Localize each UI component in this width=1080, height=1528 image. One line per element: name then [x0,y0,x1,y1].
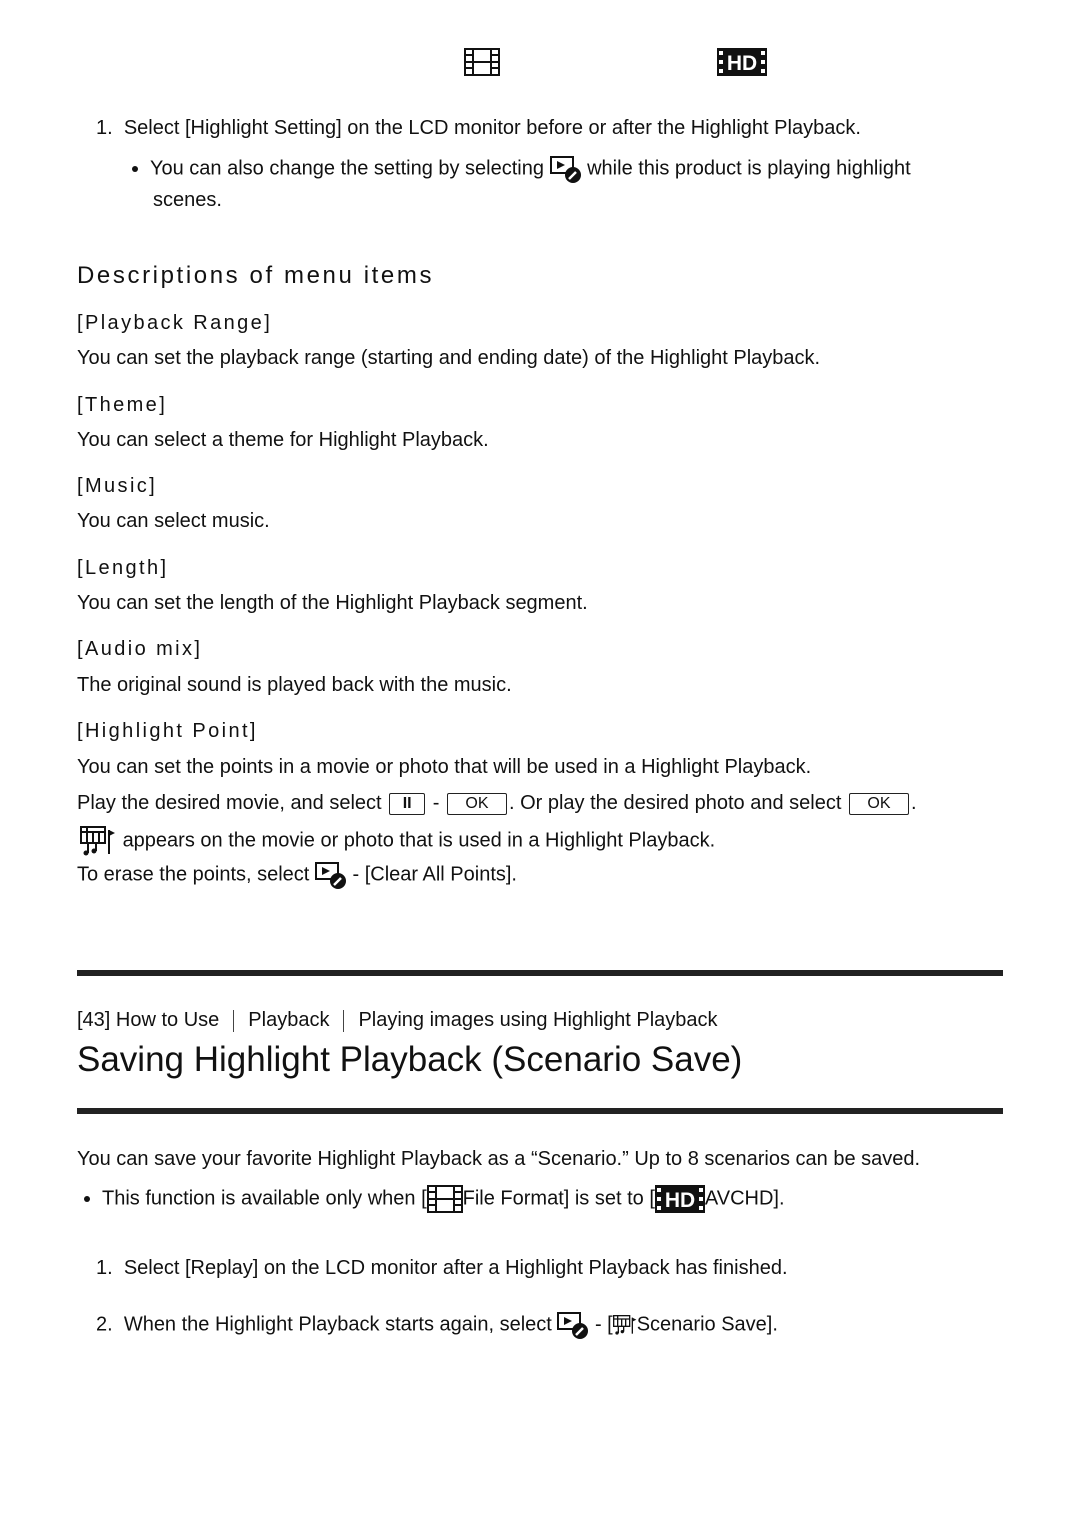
step-number: 1. [96,1257,113,1279]
breadcrumb-separator [233,1009,235,1032]
breadcrumb-link[interactable]: [43] How to Use [77,1009,219,1031]
text: This function is available only when [ [102,1187,427,1210]
step-text: Select [Replay] on the LCD monitor after… [123,1257,788,1279]
step-number: 1. [96,117,113,139]
bullet-icon [132,166,138,172]
menu-item-label: [Music] [77,475,158,497]
erase-points-line: To erase the points, select - [Clear All… [77,861,517,889]
note-bullet: This function is available only when [ Fi… [84,1185,785,1213]
note-bullet: You can also change the setting by selec… [132,155,911,183]
highlight-point-mark-line: appears on the movie or photo that is us… [79,826,715,856]
menu-item-label: [Audio mix] [77,638,203,660]
text: - [432,792,440,814]
note-text: scenes. [153,189,222,211]
highlight-point-instructions: Play the desired movie, and select II - … [77,791,917,815]
intro-text: You can save your favorite Highlight Pla… [77,1148,921,1170]
step-text: Scenario Save]. [636,1313,778,1336]
divider [77,970,1003,976]
highlight-point-icon [79,826,117,856]
ok-button-icon: OK [446,792,507,815]
menu-item-desc: You can select a theme for Highlight Pla… [77,429,489,451]
text: . [910,792,917,814]
step-2: 2. When the Highlight Playback starts ag… [96,1310,778,1340]
menu-item-desc: You can set the points in a movie or pho… [77,756,812,778]
section-heading: Descriptions of menu items [77,262,435,289]
film-icon [427,1185,463,1213]
step-text: - [ [594,1313,613,1336]
menu-item-desc: You can set the playback range (starting… [77,347,821,369]
breadcrumb-separator [343,1009,345,1032]
menu-item-label: [Theme] [77,394,168,416]
menu-item-label: [Length] [77,557,169,579]
note-text: You can also change the setting by selec… [150,157,544,180]
text: File Format] is set to [ [462,1187,655,1210]
scenario-save-icon [613,1310,637,1340]
menu-item-desc: The original sound is played back with t… [77,674,512,696]
document-page: 1. Select [Highlight Setting] on the LCD… [0,0,1080,1528]
step-1: 1. Select [Replay] on the LCD monitor af… [96,1256,788,1280]
page-title: Saving Highlight Playback (Scenario Save… [77,1040,743,1079]
hd-film-icon [655,1185,705,1213]
step-1: 1. Select [Highlight Setting] on the LCD… [96,116,861,140]
divider [77,1108,1003,1114]
ok-button-icon: OK [848,792,909,815]
step-text: When the Highlight Playback starts again… [123,1313,552,1336]
film-icon [464,48,500,76]
menu-item-label: [Playback Range] [77,312,273,334]
menu-item-desc: You can select music. [77,510,270,532]
pause-button-icon: II [389,792,426,815]
playback-settings-icon [550,155,582,183]
breadcrumb: [43] How to Use Playback Playing images us… [77,1008,718,1032]
text: AVCHD]. [704,1187,785,1210]
playback-settings-icon [557,1311,589,1339]
text: Play the desired movie, and select [77,792,382,814]
step-text: Select [Highlight Setting] on the LCD mo… [123,117,861,139]
text: . Or play the desired photo and select [508,792,842,814]
menu-item-label: [Highlight Point] [77,720,258,742]
playback-settings-icon [315,861,347,889]
note-text: while this product is playing highlight [587,157,911,180]
text: appears on the movie or photo that is us… [122,829,716,852]
breadcrumb-link[interactable]: Playing images using Highlight Playback [358,1009,717,1031]
menu-item-desc: You can set the length of the Highlight … [77,592,588,614]
text: - [Clear All Points]. [352,863,517,886]
text: To erase the points, select [77,863,310,886]
hd-film-icon [717,48,767,76]
bullet-icon [84,1196,90,1202]
breadcrumb-link[interactable]: Playback [248,1009,329,1031]
step-number: 2. [96,1313,113,1336]
